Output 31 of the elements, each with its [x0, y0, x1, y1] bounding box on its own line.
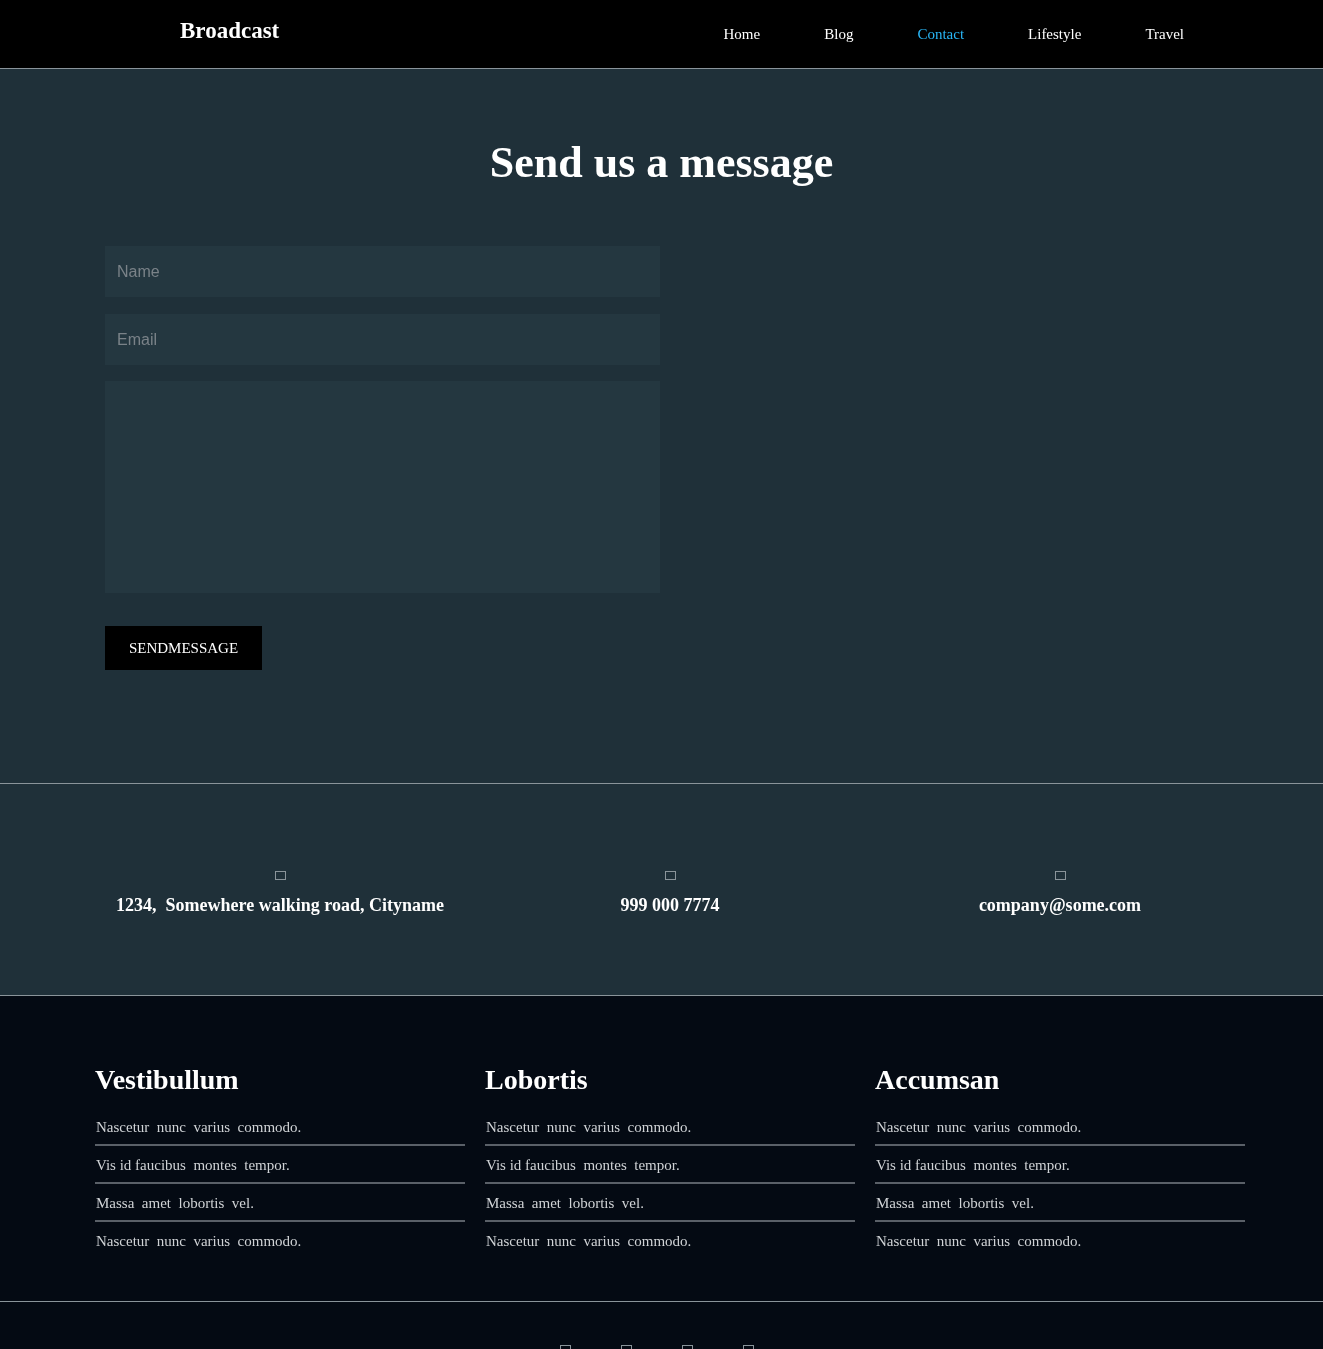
nav-link[interactable]: Travel: [1113, 25, 1216, 43]
footer-link[interactable]: Nascetur nunc varius commodo.: [485, 1232, 855, 1258]
footer-link[interactable]: Nascetur nunc varius commodo.: [95, 1118, 465, 1146]
column-title: Accumsan: [875, 1064, 1001, 1096]
footer-link[interactable]: Nascetur nunc varius commodo.: [95, 1232, 465, 1258]
footer-link[interactable]: Nascetur nunc varius commodo.: [485, 1118, 855, 1146]
nav-link[interactable]: Blog: [792, 25, 886, 43]
footer-link[interactable]: Nascetur nunc varius commodo.: [875, 1232, 1245, 1258]
nav-link[interactable]: Home: [691, 25, 793, 43]
column-title: Vestibullum: [95, 1064, 240, 1096]
nav-link[interactable]: Contact: [885, 25, 997, 43]
email-field[interactable]: Email: [105, 314, 660, 365]
contact-text: 999 000 7774: [620, 895, 720, 916]
footer-link[interactable]: Vis id faucibus montes tempor.: [485, 1156, 855, 1184]
footer-link[interactable]: Massa amet lobortis vel.: [485, 1194, 855, 1222]
nav-link[interactable]: Lifestyle: [996, 25, 1114, 43]
footer-link[interactable]: Massa amet lobortis vel.: [95, 1194, 465, 1222]
square-icon: [664, 871, 676, 880]
site-logo[interactable]: Broadcast: [180, 18, 280, 44]
footer-link[interactable]: Vis id faucibus montes tempor.: [875, 1156, 1245, 1184]
name-field[interactable]: Name: [105, 246, 660, 297]
footer-link[interactable]: Vis id faucibus montes tempor.: [95, 1156, 465, 1184]
contact-text: company@some.com: [978, 895, 1142, 916]
send-button[interactable]: SENDMESSAGE: [105, 626, 262, 670]
footer-link[interactable]: Massa amet lobortis vel.: [875, 1194, 1245, 1222]
section-title: Send us a message: [488, 138, 835, 188]
column-title: Lobortis: [485, 1064, 589, 1096]
square-icon: [274, 871, 286, 880]
contact-text: 1234, Somewhere walking road, Cityname: [116, 895, 444, 916]
footer-link[interactable]: Nascetur nunc varius commodo.: [875, 1118, 1245, 1146]
square-icon: [1054, 871, 1066, 880]
